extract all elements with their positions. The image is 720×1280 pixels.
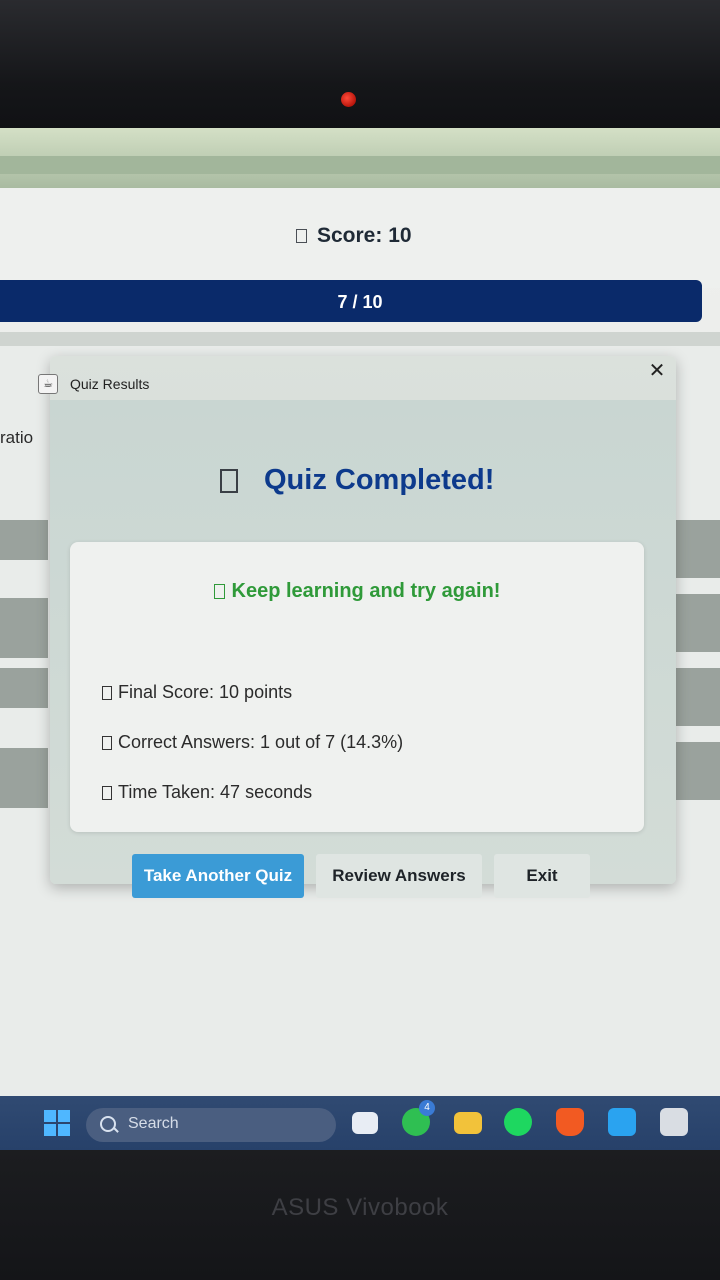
java-app-icon[interactable] (660, 1108, 688, 1136)
progress-label: 7 / 10 (337, 292, 383, 312)
background-row (676, 520, 720, 578)
trophy-glyph-icon (220, 469, 238, 494)
background-row (676, 668, 720, 726)
take-another-quiz-button[interactable]: Take Another Quiz (132, 854, 304, 898)
exit-button[interactable]: Exit (494, 854, 590, 898)
results-card: Keep learning and try again! Final Score… (70, 542, 644, 832)
review-answers-button[interactable]: Review Answers (316, 854, 482, 898)
partial-side-text: ratio (0, 428, 34, 447)
correct-answers-stat: Correct Answers: 1 out of 7 (14.3%) (102, 732, 403, 753)
score-glyph-icon (296, 229, 307, 244)
spotify-icon[interactable] (504, 1108, 532, 1136)
time-stat-glyph-icon (102, 786, 112, 801)
laptop-top-bezel (0, 0, 720, 140)
taskbar: Search 4 (0, 1096, 720, 1150)
quiz-results-dialog: ☕ Quiz Results ✕ Quiz Completed! Keep le… (38, 356, 676, 898)
time-taken-text: Time Taken: 47 seconds (118, 782, 313, 802)
final-score-text: Final Score: 10 points (118, 682, 293, 702)
background-row (0, 668, 48, 708)
close-icon[interactable]: ✕ (647, 360, 667, 380)
search-icon (100, 1116, 116, 1132)
screen: Score: 10 7 / 10 ratio ☕ Quiz Results ✕ … (0, 128, 720, 1150)
divider (0, 332, 720, 346)
background-row (676, 594, 720, 652)
whatsapp-badge: 4 (419, 1100, 435, 1116)
laptop-brand-label: ASUS Vivobook (271, 1194, 449, 1221)
background-row (0, 520, 48, 560)
taskbar-search[interactable]: Search (86, 1108, 336, 1142)
vscode-icon[interactable] (608, 1108, 636, 1136)
background-row (0, 598, 48, 658)
camera-indicator-icon (341, 92, 356, 107)
score-stat-glyph-icon (102, 686, 112, 701)
background-row (676, 742, 720, 800)
correct-answers-text: Correct Answers: 1 out of 7 (14.3%) (118, 732, 404, 752)
dialog-body: Quiz Completed! Keep learning and try ag… (50, 400, 676, 898)
correct-stat-glyph-icon (102, 736, 112, 751)
windows-start-icon[interactable] (44, 1110, 70, 1136)
score-label: Score: 10 (317, 224, 412, 247)
message-glyph-icon (213, 584, 225, 600)
dialog-title: Quiz Results (70, 376, 150, 392)
whatsapp-icon[interactable]: 4 (402, 1100, 435, 1136)
encouragement-text: Keep learning and try again! (231, 580, 501, 602)
dialog-title-bar: ☕ Quiz Results ✕ (38, 356, 676, 400)
final-score-stat: Final Score: 10 points (102, 682, 292, 703)
header-strip-band (0, 156, 720, 174)
background-row (0, 748, 48, 808)
time-taken-stat: Time Taken: 47 seconds (102, 782, 312, 803)
search-placeholder: Search (128, 1115, 179, 1132)
completed-heading-text: Quiz Completed! (264, 464, 495, 496)
app-icon: ☕ (38, 374, 58, 394)
brave-icon[interactable] (556, 1108, 584, 1136)
completed-heading: Quiz Completed! (220, 464, 494, 497)
encouragement-message: Keep learning and try again! (70, 580, 644, 603)
score-display: Score: 10 (296, 224, 412, 248)
task-view-icon[interactable] (352, 1112, 378, 1134)
file-explorer-icon[interactable] (454, 1112, 482, 1134)
